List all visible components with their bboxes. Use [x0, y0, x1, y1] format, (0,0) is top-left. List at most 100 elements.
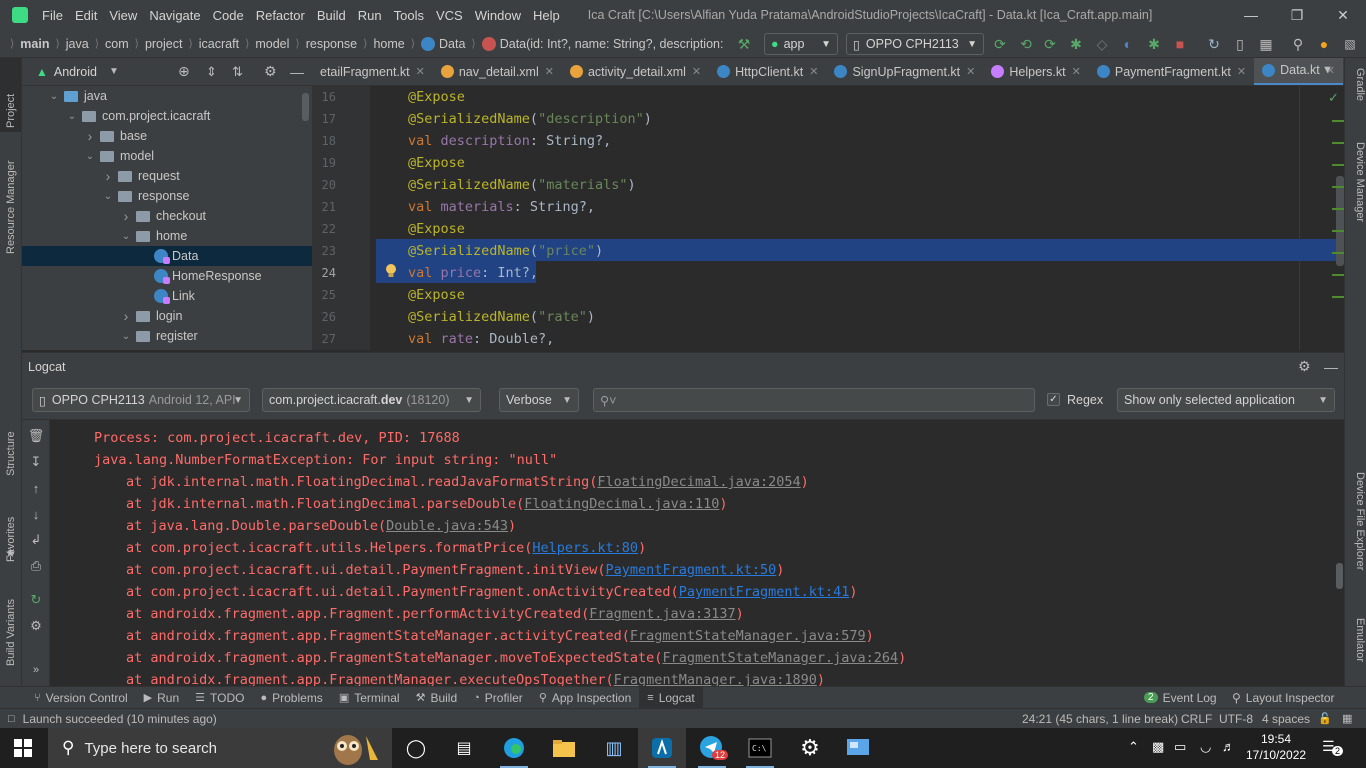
gear-icon[interactable]: ⚙	[264, 63, 277, 80]
change-marker[interactable]	[1332, 274, 1344, 276]
close-tab-icon[interactable]: ✕	[809, 65, 818, 78]
locate-icon[interactable]: ⊕	[178, 63, 190, 80]
gear-icon[interactable]: ⚙	[26, 616, 46, 636]
chevron-down-icon[interactable]: ⌄	[120, 231, 132, 242]
apply-changes-icon[interactable]: ⟳	[990, 34, 1010, 54]
logcat-process-select[interactable]: com.project.icacraft. dev (18120) ▼	[262, 388, 481, 412]
device-select[interactable]: ▯ OPPO CPH2113 ▼	[846, 33, 984, 55]
minimize-icon[interactable]: —	[1228, 0, 1274, 30]
more-icon[interactable]: »	[26, 660, 46, 680]
source-link[interactable]: FragmentManager.java:1890	[614, 672, 817, 686]
close-tab-icon[interactable]: ✕	[545, 65, 554, 78]
chevron-right-icon[interactable]: ›	[120, 308, 132, 324]
tool-resource-manager[interactable]: Resource Manager	[2, 142, 20, 254]
source-link[interactable]: FloatingDecimal.java:2054	[597, 474, 800, 490]
battery-icon[interactable]: ▭	[1174, 739, 1186, 755]
tool-build-variants[interactable]: Build Variants	[2, 586, 20, 666]
change-marker[interactable]	[1332, 230, 1344, 232]
logcat-device-select[interactable]: ▯ OPPO CPH2113 Android 12, API ▼	[32, 388, 250, 412]
close-tab-icon[interactable]: ✕	[1237, 65, 1246, 78]
notification-center-icon[interactable]: ☰ 2	[1322, 738, 1344, 756]
project-view-select[interactable]: Android	[54, 65, 97, 79]
logcat-scrollbar[interactable]	[1336, 563, 1343, 589]
menu-file[interactable]: File	[36, 8, 69, 23]
profiler-icon[interactable]: ◐	[1118, 34, 1138, 54]
breadcrumb-java[interactable]: java	[66, 37, 89, 51]
change-marker[interactable]	[1332, 208, 1344, 210]
chevron-down-icon[interactable]: ⌄	[102, 191, 114, 202]
bottom-tab-problems[interactable]: ● Problems	[252, 687, 330, 709]
status-message[interactable]: Launch succeeded (10 minutes ago)	[23, 712, 217, 726]
breadcrumb-com[interactable]: com	[105, 37, 129, 51]
chevron-right-icon[interactable]: ›	[102, 168, 114, 184]
tree-item-model[interactable]: ⌄ model	[22, 146, 312, 166]
menu-help[interactable]: Help	[527, 8, 566, 23]
telegram-icon[interactable]: 12	[688, 728, 736, 768]
wifi-icon[interactable]: ◡	[1200, 739, 1211, 755]
memory-indicator-icon[interactable]: ▦	[1342, 712, 1352, 725]
sync-gradle-icon[interactable]: ↻	[1204, 34, 1224, 54]
tabs-overflow-icon[interactable]: ▼	[1322, 64, 1333, 76]
regex-checkbox[interactable]: ✓	[1047, 393, 1060, 406]
editor-tab-httpclient-kt[interactable]: HttpClient.kt ✕	[709, 58, 826, 85]
chevron-down-icon[interactable]: ▼	[109, 66, 119, 77]
hammer-icon[interactable]: ⚒	[734, 34, 754, 54]
more-icon[interactable]: ▧	[1340, 34, 1360, 54]
breadcrumb-icacraft[interactable]: icacraft	[199, 37, 239, 51]
arrow-up-icon[interactable]: ↑	[26, 478, 46, 498]
change-marker[interactable]	[1332, 164, 1344, 166]
menu-code[interactable]: Code	[207, 8, 250, 23]
menu-run[interactable]: Run	[352, 8, 388, 23]
event-log-tab[interactable]: 2 Event Log	[1136, 687, 1225, 709]
control-panel-icon[interactable]	[834, 728, 882, 768]
bottom-tab-terminal[interactable]: ▣ Terminal	[331, 687, 408, 709]
tree-item-link[interactable]: Link	[22, 286, 312, 306]
attach-debugger-icon[interactable]: ✱	[1144, 34, 1164, 54]
collapse-all-icon[interactable]: ⇅	[232, 64, 243, 80]
tool-emulator[interactable]: Emulator	[1348, 618, 1366, 678]
menu-edit[interactable]: Edit	[69, 8, 103, 23]
settings-gear-icon[interactable]: ⚙	[786, 728, 834, 768]
bottom-tab-app-inspection[interactable]: ⚲ App Inspection	[531, 687, 639, 709]
file-explorer-icon[interactable]	[540, 728, 588, 768]
tree-item-homeresponse[interactable]: HomeResponse	[22, 266, 312, 286]
chevron-down-icon[interactable]: ⌄	[84, 151, 96, 162]
menu-window[interactable]: Window	[469, 8, 527, 23]
chevron-down-icon[interactable]: ⌄	[120, 331, 132, 342]
breadcrumb-constructor[interactable]: Data(id: Int?, name: String?, descriptio…	[500, 37, 726, 51]
update-icon[interactable]: ●	[1314, 34, 1334, 54]
tree-item-java[interactable]: ⌄ java	[22, 86, 312, 106]
bottom-tab-run[interactable]: ▶ Run	[136, 687, 187, 709]
stop-icon[interactable]: ■	[1170, 34, 1190, 54]
change-marker[interactable]	[1332, 296, 1344, 298]
line-separator[interactable]: CRLF	[1181, 712, 1212, 726]
change-marker[interactable]	[1332, 120, 1344, 122]
editor-tab-etailfragment-kt[interactable]: etailFragment.kt ✕	[312, 58, 433, 85]
lock-icon[interactable]: 🔓	[1318, 712, 1332, 725]
device-manager-icon[interactable]: ▯	[1230, 34, 1250, 54]
logcat-filter-select[interactable]: Show only selected application ▼	[1117, 388, 1335, 412]
search-icon[interactable]: ⚲	[1288, 34, 1308, 54]
tree-item-com-project-icacraft[interactable]: ⌄ com.project.icacraft	[22, 106, 312, 126]
tree-item-login[interactable]: › login	[22, 306, 312, 326]
scroll-to-end-icon[interactable]: ↧	[26, 452, 46, 472]
source-link[interactable]: FragmentStateManager.java:579	[630, 628, 866, 644]
run-configuration-select[interactable]: ● app ▼	[764, 33, 838, 55]
apply-code-changes-icon[interactable]: ⟲	[1016, 34, 1036, 54]
tree-item-register[interactable]: ⌄ register	[22, 326, 312, 346]
breadcrumb-model[interactable]: model	[255, 37, 289, 51]
arrow-down-icon[interactable]: ↓	[26, 504, 46, 524]
restore-icon[interactable]: ❐	[1274, 0, 1320, 30]
menu-vcs[interactable]: VCS	[430, 8, 469, 23]
no-problems-check-icon[interactable]: ✓	[1328, 90, 1339, 106]
widgets-icon[interactable]: ▤	[440, 728, 488, 768]
bottom-tab-logcat[interactable]: ≡ Logcat	[639, 686, 703, 709]
tree-item-base[interactable]: › base	[22, 126, 312, 146]
clock[interactable]: 19:54 17/10/2022	[1246, 731, 1306, 763]
chevron-down-icon[interactable]: ⌄	[48, 91, 60, 102]
tree-item-checkout[interactable]: › checkout	[22, 206, 312, 226]
tool-project[interactable]: Project	[2, 66, 20, 128]
expand-all-icon[interactable]: ⇕	[206, 64, 217, 80]
change-marker[interactable]	[1332, 142, 1344, 144]
breadcrumb-home[interactable]: home	[373, 37, 404, 51]
